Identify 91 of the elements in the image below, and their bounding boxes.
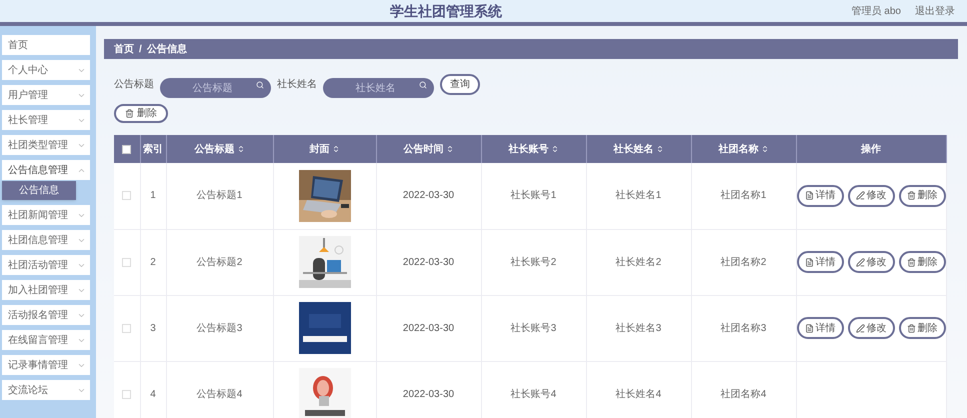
sidebar-item[interactable]: 社长管理 [2,110,90,130]
pen-icon [856,324,864,332]
breadcrumb-link[interactable]: 公告信息 [146,42,187,56]
column-header[interactable]: 封面 [310,142,340,156]
table-cell: 2022-03-30 [402,190,454,202]
column-header: 索引 [143,142,163,156]
select-all-checkbox[interactable] [122,144,132,154]
action-button[interactable]: 删除 [898,184,946,207]
action-button[interactable]: 删除 [898,251,946,273]
trash-icon [906,324,916,332]
table-cell: 社长姓名4 [616,388,662,400]
table-cell: 社长账号4 [510,388,556,400]
table-cell: 社长账号1 [510,190,556,202]
row-checkbox[interactable] [122,390,132,398]
sort-icon [550,145,558,153]
table-cell: 公告标题2 [196,256,242,268]
table-cell: 社长姓名3 [616,322,662,334]
sidebar-item[interactable]: 首页 [2,35,90,55]
row-checkbox[interactable] [122,191,132,200]
action-button[interactable]: 修改 [848,251,894,273]
submenu-item[interactable]: 公告信息 [2,181,76,200]
sidebar-item[interactable]: 交流论坛 [2,380,90,400]
field-label: 公告标题 [114,78,154,92]
table-cell: 2022-03-30 [402,322,454,334]
sort-icon [446,145,454,153]
sort-icon [656,145,664,153]
sidebar-item[interactable]: 活动报名管理 [2,305,90,325]
user-label: 管理员 abo [852,4,901,18]
sidebar-item[interactable]: 社团活动管理 [2,255,90,275]
table-cell: 2 [150,256,156,268]
column-header[interactable]: 公告时间 [404,142,454,156]
table-cell: 社长账号3 [510,322,556,334]
document-icon [804,191,814,200]
sidebar-item[interactable]: 个人中心 [2,60,90,80]
app-title: 学生社团管理系统 [390,2,502,20]
column-header[interactable]: 社长账号 [508,142,558,156]
sidebar-item[interactable]: 公告信息管理 [2,160,90,180]
action-button[interactable]: 删除 [898,317,946,339]
sidebar-item[interactable]: 社团信息管理 [2,230,90,250]
query-button[interactable]: 查询 [440,74,480,95]
sidebar-item[interactable]: 加入社团管理 [2,280,90,300]
search-field[interactable]: 公告标题 [160,78,271,98]
sidebar-item[interactable]: 社团新闻管理 [2,205,90,225]
sort-icon [332,145,340,153]
search-field[interactable]: 社长姓名 [323,78,434,98]
document-icon [804,324,814,332]
action-button[interactable]: 详情 [796,184,844,207]
logout-link[interactable]: 退出登录 [915,4,955,18]
table-cell: 社团名称2 [720,256,766,268]
search-icon [419,80,427,88]
column-header[interactable]: 社长姓名 [614,142,664,156]
sidebar-item[interactable]: 记录事情管理 [2,355,90,375]
trash-icon [906,258,916,266]
breadcrumb-link[interactable]: 首页 [114,42,134,56]
search-icon [256,80,264,88]
table-cell: 2022-03-30 [402,256,454,268]
column-header[interactable]: 公告标题 [194,142,244,156]
trash-icon [906,191,916,200]
table-cell: 社团名称1 [720,190,766,202]
sidebar-item[interactable]: 社团类型管理 [2,135,90,155]
document-icon [804,258,814,266]
action-button[interactable]: 修改 [848,184,894,207]
table-cell: 公告标题4 [196,388,242,400]
table-cell: 1 [150,190,156,202]
row-checkbox[interactable] [122,258,132,266]
column-header[interactable]: 社团名称 [718,142,768,156]
pen-icon [856,258,864,266]
table-cell: 公告标题1 [196,190,242,202]
action-button[interactable]: 修改 [848,317,894,339]
table-cell: 2022-03-30 [402,388,454,400]
table-cell: 社团名称3 [720,322,766,334]
table-cell: 公告标题3 [196,322,242,334]
table-cell: 3 [150,322,156,334]
sort-icon [236,145,244,153]
action-button[interactable]: 详情 [796,251,844,273]
action-button[interactable]: 详情 [796,317,844,339]
row-checkbox[interactable] [122,324,132,332]
breadcrumb-separator: / [139,42,142,56]
table-cell: 社团名称4 [720,388,766,400]
sidebar-item[interactable]: 用户管理 [2,85,90,105]
sort-icon [760,145,768,153]
table-cell: 4 [150,388,156,400]
table-cell: 社长姓名2 [616,256,662,268]
pen-icon [856,191,864,200]
column-header: 操作 [861,142,881,156]
table-cell: 社长姓名1 [616,190,662,202]
field-label: 社长姓名 [277,78,317,92]
sidebar-item[interactable]: 在线留言管理 [2,330,90,350]
table-cell: 社长账号2 [510,256,556,268]
delete-button[interactable]: 删除 [114,104,168,123]
trash-icon [125,109,134,118]
